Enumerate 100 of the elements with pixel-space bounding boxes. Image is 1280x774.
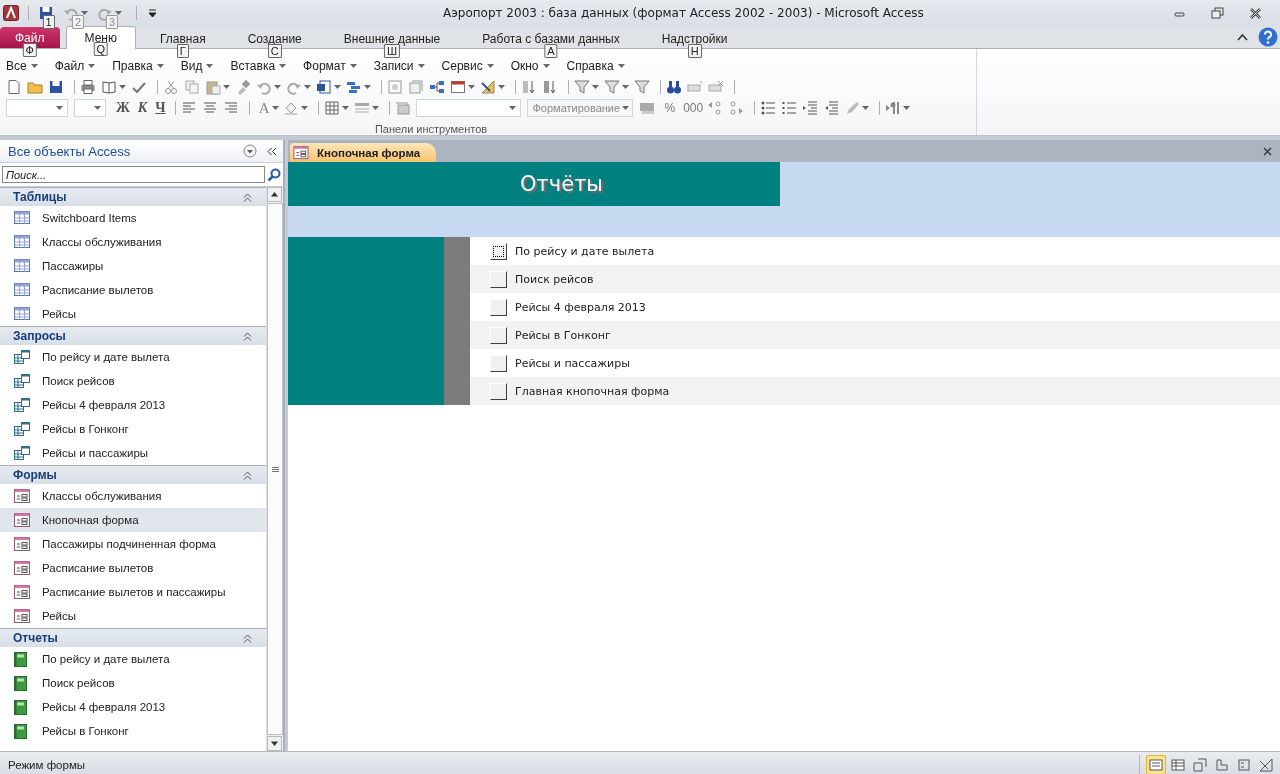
collapse-ribbon-icon[interactable]	[1237, 33, 1248, 41]
group-header[interactable]: Таблицы	[0, 187, 266, 206]
format-button[interactable]: Ч	[155, 100, 166, 117]
group-header[interactable]: Запросы	[0, 326, 266, 345]
restore-icon[interactable]	[1209, 5, 1225, 21]
outdent-icon[interactable]	[823, 100, 840, 117]
menu-button[interactable]: Сервис	[441, 59, 494, 77]
nav-item[interactable]: По рейсу и дате вылета	[0, 345, 266, 369]
bullets-icon[interactable]	[760, 100, 777, 117]
special-effect-icon[interactable]	[395, 100, 412, 117]
menu-button[interactable]: Правка	[112, 59, 164, 77]
nav-item[interactable]: По рейсу и дате вылета	[0, 647, 266, 671]
filter-icon[interactable]	[574, 78, 590, 95]
nav-item[interactable]: Расписание вылетов	[0, 278, 266, 302]
help-icon[interactable]	[1258, 27, 1278, 47]
format-button[interactable]: К	[137, 100, 148, 117]
print-preview-icon[interactable]	[101, 78, 117, 95]
properties-icon[interactable]	[408, 78, 424, 95]
filter-icon[interactable]	[634, 78, 650, 95]
dropdown-field[interactable]	[6, 99, 68, 118]
switchboard-button[interactable]	[490, 326, 507, 344]
keytip: Ф	[22, 43, 37, 57]
nav-item[interactable]: Рейсы и пассажиры	[0, 441, 266, 465]
number-format-button[interactable]: 000	[683, 101, 704, 116]
pen-icon[interactable]	[844, 100, 861, 117]
dropdown-field[interactable]	[416, 99, 522, 118]
delete-record-icon[interactable]	[708, 78, 724, 95]
nav-item[interactable]: Switchboard Items	[0, 206, 266, 230]
nav-item[interactable]: Пассажиры	[0, 254, 266, 278]
save-icon[interactable]	[48, 78, 64, 95]
customize-toolbar-icon[interactable]	[148, 9, 157, 17]
dropdown-field[interactable]	[74, 99, 106, 118]
collapse-pane-icon[interactable]	[267, 146, 277, 156]
nav-item[interactable]: Классы обслуживания	[0, 484, 266, 508]
increase-decimals-icon[interactable]	[707, 100, 724, 117]
button-label: Поиск рейсов	[515, 272, 594, 286]
print-icon[interactable]	[80, 78, 96, 95]
new-document-icon[interactable]	[6, 78, 22, 95]
sort-descending-icon[interactable]	[542, 78, 558, 95]
decrease-decimals-icon[interactable]	[728, 100, 745, 117]
menu-button[interactable]: Справка	[566, 59, 625, 77]
nav-item[interactable]: Рейсы	[0, 302, 266, 326]
paste-icon[interactable]	[205, 78, 221, 95]
nav-item[interactable]: Кнопочная форма	[0, 508, 266, 532]
new-record-icon[interactable]	[687, 78, 703, 95]
switchboard-button[interactable]	[490, 382, 507, 400]
caret-icon	[622, 106, 630, 111]
close-icon[interactable]	[1247, 5, 1263, 21]
font-color-button[interactable]: A	[258, 99, 280, 117]
window-icon[interactable]	[450, 78, 466, 95]
nav-item[interactable]: Расписание вылетов	[0, 556, 266, 580]
keytip: Н	[687, 44, 702, 58]
paragraph-direction-icon[interactable]	[885, 100, 902, 117]
switchboard-button[interactable]	[490, 298, 507, 316]
indent-icon[interactable]	[802, 100, 819, 117]
menu-button[interactable]: Вставка	[230, 59, 287, 77]
cut-icon[interactable]	[163, 78, 179, 95]
sort-ascending-icon[interactable]	[521, 78, 537, 95]
scrollbar[interactable]	[266, 187, 283, 751]
group-header[interactable]: Формы	[0, 465, 266, 484]
nav-item[interactable]: Пассажиры подчиненная форма	[0, 532, 266, 556]
menu-button[interactable]: Формат	[303, 59, 357, 77]
nav-item[interactable]: Рейсы 4 февраля 2013	[0, 695, 266, 719]
nav-item[interactable]: Поиск рейсов	[0, 671, 266, 695]
nav-item[interactable]: Рейсы 4 февраля 2013	[0, 393, 266, 417]
format-button[interactable]: Ж	[116, 100, 130, 117]
switchboard-button[interactable]	[490, 242, 507, 260]
group-header[interactable]: Отчеты	[0, 628, 266, 647]
switchboard-button[interactable]	[490, 354, 507, 372]
nav-item[interactable]: Расписание вылетов и пассажиры	[0, 580, 266, 604]
find-icon[interactable]	[666, 78, 682, 95]
document-tab[interactable]: Кнопочная форма	[290, 143, 437, 162]
gridlines-icon[interactable]	[324, 100, 341, 117]
dropdown-icon[interactable]	[243, 144, 257, 158]
nav-item[interactable]: Рейсы в Гонконг	[0, 417, 266, 441]
search-icon[interactable]	[267, 167, 281, 182]
format-painter-icon[interactable]	[235, 78, 251, 95]
close-icon[interactable]	[1263, 147, 1272, 156]
design-icon[interactable]	[480, 78, 496, 95]
fill-color-icon[interactable]	[283, 100, 300, 117]
diagram-icon[interactable]	[429, 78, 445, 95]
menu-button[interactable]: Файл	[54, 59, 96, 77]
nav-item[interactable]: Классы обслуживания	[0, 230, 266, 254]
dropdown-field[interactable]: Форматирование	[527, 99, 634, 118]
nav-item[interactable]: Рейсы в Гонконг	[0, 719, 266, 743]
nav-item[interactable]: Рейсы	[0, 604, 266, 628]
number-format-button[interactable]: %	[664, 101, 676, 116]
filter-icon[interactable]	[604, 78, 620, 95]
menu-button[interactable]: Все	[6, 59, 38, 77]
switchboard-button[interactable]	[490, 270, 507, 288]
menu-button[interactable]: Записи	[373, 59, 425, 77]
view-button[interactable]	[1146, 755, 1166, 774]
copy-icon[interactable]	[184, 78, 200, 95]
word-export-icon[interactable]	[316, 78, 332, 95]
currency-icon[interactable]	[639, 100, 656, 117]
keytip: А	[544, 44, 558, 58]
menu-button[interactable]: Вид	[180, 59, 214, 77]
search-field[interactable]: Поиск...	[2, 166, 265, 183]
menu-button[interactable]: Окно	[510, 59, 550, 77]
nav-item[interactable]: Поиск рейсов	[0, 369, 266, 393]
